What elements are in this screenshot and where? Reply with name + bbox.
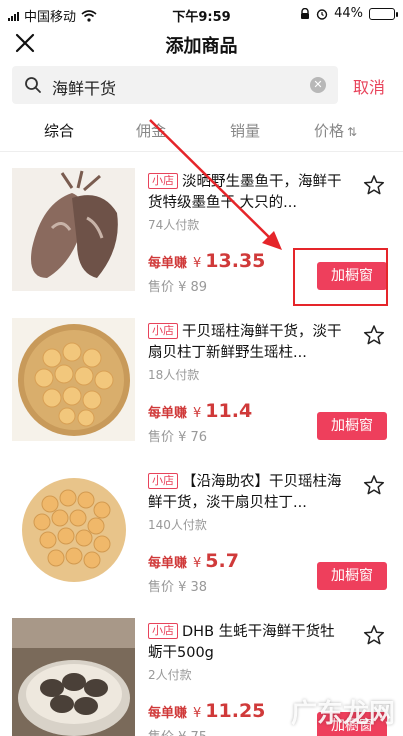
tab-commission[interactable]: 佣金 [136, 120, 166, 141]
shop-tag: 小店 [148, 323, 178, 339]
tab-sales[interactable]: 销量 [230, 120, 260, 141]
page-title: 添加商品 [165, 36, 238, 57]
earn-value: 5.7 [205, 550, 239, 572]
paid-count: 18人付款 [148, 368, 200, 382]
earn-label: 每单赚 [148, 256, 188, 271]
star-icon[interactable] [363, 174, 385, 196]
earn-label: 每单赚 [148, 406, 188, 421]
alarm-icon [316, 8, 328, 20]
status-right: 44% [300, 6, 398, 21]
product-info: 小店 【沿海助农】干贝瑶柱海鲜干货，淡干扇贝柱丁... 140人付款 [148, 472, 344, 533]
earn-currency: ¥ [193, 256, 202, 271]
product-image-squid [12, 168, 135, 291]
sort-tabs: 综合 佣金 销量 价格 ⇅ [0, 112, 403, 152]
annotation-box [293, 248, 388, 306]
earn-row: 每单赚 ¥ 11.4 [148, 400, 252, 422]
earn-row: 每单赚 ¥ 5.7 [148, 550, 239, 572]
earn-currency: ¥ [193, 406, 202, 421]
product-title: 小店 淡晒野生墨鱼干，海鲜干货特级墨鱼干 大只的... [148, 172, 344, 214]
product-image-oysters [12, 618, 135, 736]
product-info: 小店 DHB 生蚝干海鲜干货牡蛎干500g 2人付款 [148, 622, 344, 683]
product-title: 小店 【沿海助农】干贝瑶柱海鲜干货，淡干扇贝柱丁... [148, 472, 344, 514]
sort-icon: ⇅ [347, 125, 358, 139]
shop-tag: 小店 [148, 173, 178, 189]
battery-icon [369, 7, 398, 20]
earn-value: 11.25 [205, 700, 266, 722]
lock-icon [301, 7, 310, 19]
star-icon[interactable] [363, 624, 385, 646]
sale-price: 售价 ¥ 75 [148, 726, 207, 736]
product-title: 小店 DHB 生蚝干海鲜干货牡蛎干500g [148, 622, 344, 664]
sale-price: 售价 ¥ 76 [148, 430, 208, 445]
watermark: 广东龙网 [290, 699, 395, 729]
search-input[interactable]: 海鲜干货 ✕ [12, 66, 338, 104]
star-icon[interactable] [363, 324, 385, 346]
earn-label: 每单赚 [148, 556, 188, 571]
earn-row: 每单赚 ¥ 13.35 [148, 250, 265, 272]
product-info: 小店 淡晒野生墨鱼干，海鲜干货特级墨鱼干 大只的... 74人付款 [148, 172, 344, 233]
search-row: 海鲜干货 ✕ 取消 [0, 64, 403, 106]
product-item[interactable]: 小店 干贝瑶柱海鲜干货，淡干扇贝柱丁新鲜野生瑶柱... 18人付款 每单赚 ¥ 1… [0, 308, 403, 453]
earn-row: 每单赚 ¥ 11.25 [148, 700, 265, 722]
search-icon [25, 77, 41, 93]
paid-count: 74人付款 [148, 218, 200, 232]
product-image-scallops [12, 318, 135, 441]
paid-count: 140人付款 [148, 518, 207, 532]
tab-price-label: 价格 [314, 122, 345, 140]
earn-label: 每单赚 [148, 706, 188, 721]
status-bar: 中国移动 下午9:59 44% [0, 0, 403, 28]
earn-value: 11.4 [205, 400, 253, 422]
earn-value: 13.35 [205, 250, 266, 272]
paid-count: 2人付款 [148, 668, 192, 682]
shop-tag: 小店 [148, 473, 178, 489]
product-title: 小店 干贝瑶柱海鲜干货，淡干扇贝柱丁新鲜野生瑶柱... [148, 322, 344, 364]
clear-icon[interactable]: ✕ [310, 77, 326, 93]
product-item[interactable]: 小店 【沿海助农】干贝瑶柱海鲜干货，淡干扇贝柱丁... 140人付款 每单赚 ¥ … [0, 458, 403, 603]
product-image-dried-scallops [12, 468, 135, 591]
earn-currency: ¥ [193, 556, 202, 571]
sale-price: 售价 ¥ 89 [148, 280, 208, 295]
earn-currency: ¥ [193, 706, 202, 721]
search-query: 海鲜干货 [52, 79, 117, 98]
cancel-button[interactable]: 取消 [353, 74, 385, 98]
star-icon[interactable] [363, 474, 385, 496]
sale-price: 售价 ¥ 38 [148, 580, 208, 595]
tab-price[interactable]: 价格 ⇅ [314, 120, 357, 141]
shop-tag: 小店 [148, 623, 178, 639]
product-info: 小店 干贝瑶柱海鲜干货，淡干扇贝柱丁新鲜野生瑶柱... 18人付款 [148, 322, 344, 383]
add-to-showcase-button[interactable]: 加橱窗 [317, 562, 387, 590]
nav-bar: 添加商品 [0, 28, 403, 60]
tab-comprehensive[interactable]: 综合 [44, 120, 74, 141]
add-to-showcase-button[interactable]: 加橱窗 [317, 412, 387, 440]
battery-percent: 44% [334, 6, 363, 21]
